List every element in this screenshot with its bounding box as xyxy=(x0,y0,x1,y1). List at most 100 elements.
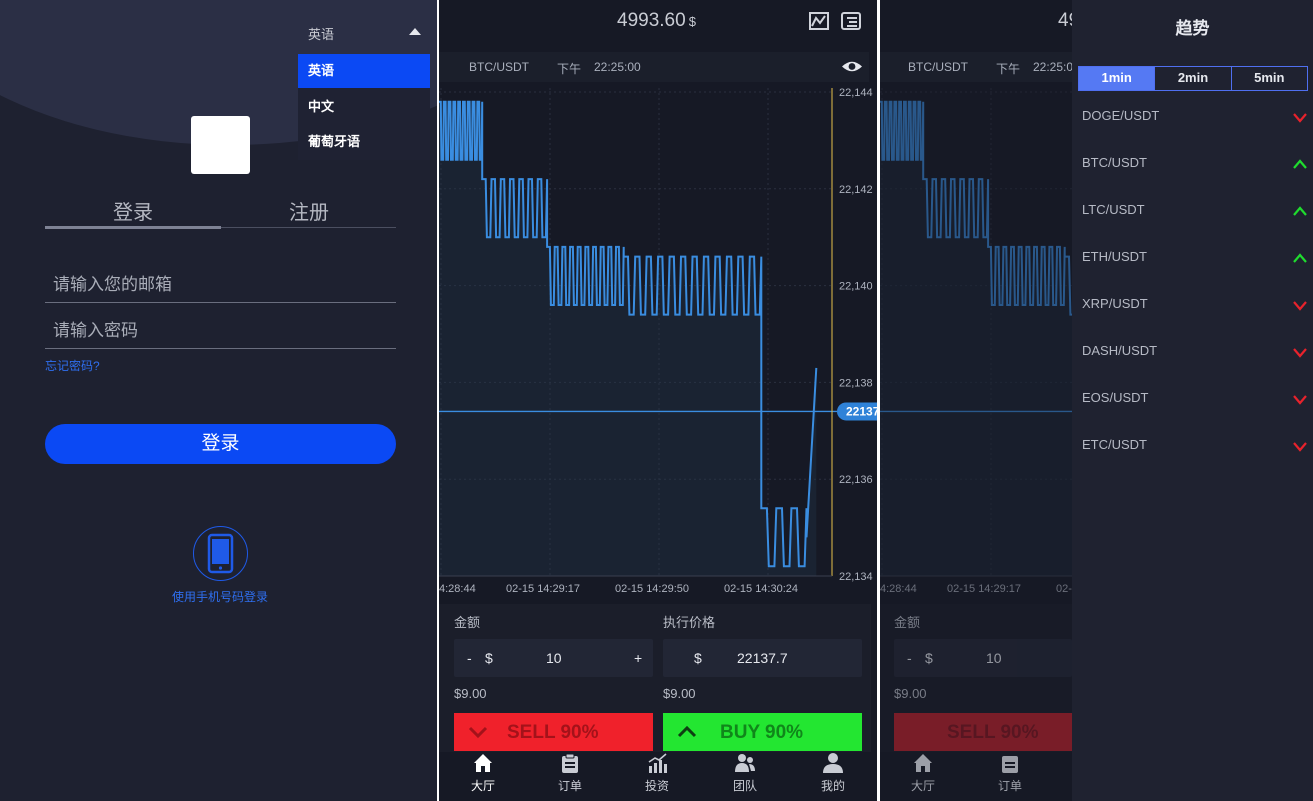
tab-register[interactable]: 注册 xyxy=(221,196,397,225)
interval-2min[interactable]: 2min xyxy=(1155,67,1232,90)
amount-payout-dim: $9.00 xyxy=(894,686,927,701)
language-option-english[interactable]: 英语 xyxy=(298,54,430,88)
forgot-password-link[interactable]: 忘记密码? xyxy=(45,357,100,374)
app-logo xyxy=(191,116,250,174)
sell-button[interactable]: SELL 90% xyxy=(454,713,653,751)
chevron-up-icon xyxy=(1293,253,1307,263)
nav-item-lobby[interactable]: 大厅 xyxy=(453,752,513,794)
pair-selector-dim[interactable]: BTC/USDT xyxy=(908,60,968,74)
nav-item-profile[interactable]: 我的 xyxy=(803,752,863,794)
balance-currency: $ xyxy=(688,14,696,29)
language-option-portuguese[interactable]: 葡萄牙语 xyxy=(298,125,430,159)
chevron-down-icon xyxy=(1293,301,1307,311)
trend-drawer: 趋势 1min 2min 5min DOGE/USDT BTC/USDT LTC/U… xyxy=(1072,0,1313,801)
chevron-down-icon xyxy=(1293,395,1307,405)
sell-label-dim: SELL 90% xyxy=(947,722,1039,743)
amount-stepper-dim: - $ 10 xyxy=(894,639,1072,677)
phone-login-label[interactable]: 使用手机号码登录 xyxy=(160,588,280,605)
bottom-nav-dim: 大厅 订单 xyxy=(880,752,1072,801)
login-screen: 英语 英语 中文 葡萄牙语 登录 注册 请输入您的邮箱 请输入密码 忘记密码? … xyxy=(0,0,437,801)
y-tick-label: 22,136 xyxy=(839,474,873,486)
language-option-chinese[interactable]: 中文 xyxy=(298,90,430,124)
chevron-down-icon xyxy=(1293,442,1307,452)
mobile-phone-icon xyxy=(207,533,233,573)
strike-value: 22137.7 xyxy=(737,650,788,666)
nav-label-lobby-dim: 大厅 xyxy=(910,779,935,793)
nav-label-orders-dim: 订单 xyxy=(997,779,1022,793)
trend-row[interactable]: LTC/USDT xyxy=(1082,202,1308,222)
nav-label-lobby: 大厅 xyxy=(470,779,495,793)
nav-label-team: 团队 xyxy=(732,779,757,793)
nav-item-team[interactable]: 团队 xyxy=(715,752,775,794)
interval-5min[interactable]: 5min xyxy=(1232,67,1307,90)
trend-row[interactable]: EOS/USDT xyxy=(1082,390,1308,410)
login-button[interactable]: 登录 xyxy=(45,424,396,464)
x-tick-label: 02-15 14:29:50 xyxy=(615,583,689,595)
investment-chart-icon xyxy=(648,753,667,773)
chart-icon[interactable] xyxy=(809,12,829,30)
email-field[interactable]: 请输入您的邮箱 xyxy=(45,267,396,303)
trend-pair-label: LTC/USDT xyxy=(1082,202,1145,217)
tab-login[interactable]: 登录 xyxy=(45,196,221,225)
account-balance: 4993.60 $ xyxy=(617,10,696,32)
menu-list-icon[interactable] xyxy=(841,12,861,30)
strike-payout: $9.00 xyxy=(663,686,696,701)
nav-item-orders-dim: 订单 xyxy=(980,752,1040,794)
amount-minus-button[interactable]: - xyxy=(467,650,472,666)
language-dropdown: 英语 中文 葡萄牙语 xyxy=(298,54,430,160)
chevron-down-icon xyxy=(468,726,488,739)
pair-selector[interactable]: BTC/USDT xyxy=(469,60,529,74)
trend-row[interactable]: ETH/USDT xyxy=(1082,249,1308,269)
trend-row[interactable]: ETC/USDT xyxy=(1082,437,1308,457)
y-tick-label: 22,138 xyxy=(839,377,873,389)
chevron-down-icon xyxy=(1293,113,1307,123)
y-tick-label: 22,142 xyxy=(839,184,873,196)
trend-row[interactable]: XRP/USDT xyxy=(1082,296,1308,316)
amount-label: 金额 xyxy=(454,615,481,630)
y-tick-label: 22,144 xyxy=(839,88,873,99)
clipboard-icon xyxy=(562,753,578,773)
clipboard-icon xyxy=(1002,756,1018,773)
nav-item-invest[interactable]: 投资 xyxy=(627,752,687,794)
trend-title: 趋势 xyxy=(1175,19,1210,38)
trend-row[interactable]: DOGE/USDT xyxy=(1082,108,1308,128)
interval-1min[interactable]: 1min xyxy=(1079,67,1156,90)
price-chart[interactable]: 22,144 22,142 22,140 22,138 22,136 22,134 2213… xyxy=(439,88,877,600)
server-time: 22:25:00 xyxy=(594,60,641,74)
trend-pair-label: DOGE/USDT xyxy=(1082,108,1160,123)
nav-label-orders: 订单 xyxy=(557,779,582,793)
y-tick-label: 22,140 xyxy=(839,281,873,293)
amount-stepper[interactable]: - $ 10 + xyxy=(454,639,653,677)
trend-pair-label: BTC/USDT xyxy=(1082,155,1147,170)
x-tick-label: 4:28:44 xyxy=(439,583,476,595)
caret-up-icon[interactable] xyxy=(409,28,421,35)
amount-minus-dim: - xyxy=(907,650,912,666)
home-icon xyxy=(914,754,932,772)
trading-screen: 4993.60 $ BTC/USDT 下午 22:25:00 22,144 22,1… xyxy=(439,0,877,801)
strike-price-field[interactable]: $ 22137.7 xyxy=(663,639,862,677)
buy-button[interactable]: BUY 90% xyxy=(663,713,862,751)
sell-label: SELL 90% xyxy=(507,722,599,743)
nav-label-profile: 我的 xyxy=(820,779,845,793)
nav-item-lobby-dim: 大厅 xyxy=(893,752,953,794)
trend-row[interactable]: BTC/USDT xyxy=(1082,155,1308,175)
nav-item-orders[interactable]: 订单 xyxy=(540,752,600,794)
amount-value[interactable]: 10 xyxy=(546,650,562,666)
buy-label: BUY 90% xyxy=(720,722,804,743)
amount-value-dim: 10 xyxy=(986,650,1002,666)
chevron-up-icon xyxy=(1293,206,1307,216)
eye-icon[interactable] xyxy=(841,59,863,74)
phone-login-button[interactable] xyxy=(193,526,248,581)
price-area xyxy=(439,101,817,576)
tab-active-indicator xyxy=(45,226,221,229)
amount-plus-button[interactable]: + xyxy=(634,650,642,666)
password-field[interactable]: 请输入密码 xyxy=(45,313,396,349)
chevron-down-icon xyxy=(1293,348,1307,358)
language-selector[interactable]: 英语 xyxy=(308,24,334,43)
trend-row[interactable]: DASH/USDT xyxy=(1082,343,1308,363)
chevron-up-icon xyxy=(677,725,697,738)
trend-pair-label: EOS/USDT xyxy=(1082,390,1149,405)
time-period: 下午 xyxy=(557,62,582,76)
strike-currency: $ xyxy=(694,650,702,666)
chevron-up-icon xyxy=(1293,159,1307,169)
